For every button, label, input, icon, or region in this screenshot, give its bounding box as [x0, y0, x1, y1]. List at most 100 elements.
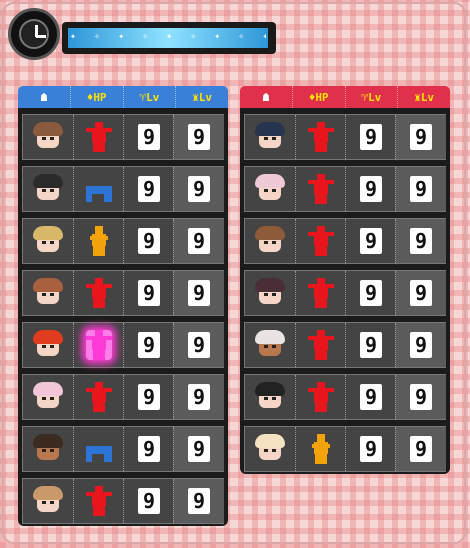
level-cell-a: 9 — [123, 115, 174, 159]
level-value-a: 9 — [360, 332, 382, 358]
portrait-cell — [245, 375, 295, 419]
level-value-a: 9 — [138, 228, 160, 254]
level-cell-b: 9 — [395, 323, 446, 367]
character-row[interactable]: 99 — [22, 478, 224, 524]
level-value-a: 9 — [360, 124, 382, 150]
hp-figure-icon — [86, 122, 112, 152]
level-value-a: 9 — [138, 280, 160, 306]
level-value-b: 9 — [188, 384, 210, 410]
character-portrait — [253, 380, 287, 414]
hp-figure-icon — [86, 434, 112, 464]
portrait-cell — [23, 427, 73, 471]
level-value-a: 9 — [360, 228, 382, 254]
portrait-cell — [23, 271, 73, 315]
level-value-a: 9 — [138, 124, 160, 150]
level-cell-a: 9 — [123, 167, 174, 211]
character-row[interactable]: 99 — [22, 426, 224, 472]
hp-cell — [295, 271, 346, 315]
portrait-cell — [23, 375, 73, 419]
character-row[interactable]: 99 — [244, 270, 446, 316]
character-row[interactable]: 99 — [244, 166, 446, 212]
character-portrait — [31, 328, 65, 362]
hp-cell — [73, 115, 124, 159]
level-value-b: 9 — [410, 280, 432, 306]
hp-figure-icon — [308, 434, 334, 464]
hp-figure-icon — [86, 226, 112, 256]
character-row[interactable]: 99 — [22, 322, 224, 368]
hp-figure-icon — [86, 330, 112, 360]
level-cell-a: 9 — [123, 323, 174, 367]
character-row[interactable]: 99 — [22, 166, 224, 212]
level-cell-b: 9 — [395, 271, 446, 315]
level-value-b: 9 — [188, 176, 210, 202]
left-team-panel: ☗ ♦ HP ♈ Lv ♜ Lv 9999999999999999 — [18, 86, 228, 526]
gauge-sparkles: ✦ ✧ ✦ ✧ ✦ ✧ ✦ ✧ ✦ ✧ ✦ — [70, 31, 266, 42]
level-cell-a: 9 — [345, 375, 396, 419]
character-row[interactable]: 99 — [244, 218, 446, 264]
character-row[interactable]: 99 — [22, 218, 224, 264]
level-cell-b: 9 — [395, 115, 446, 159]
level-value-b: 9 — [410, 124, 432, 150]
hp-figure-icon — [308, 174, 334, 204]
character-row[interactable]: 99 — [244, 426, 446, 472]
level-value-b: 9 — [410, 384, 432, 410]
character-portrait — [31, 432, 65, 466]
character-portrait — [31, 224, 65, 258]
clock-icon — [8, 8, 60, 60]
level-value-a: 9 — [360, 176, 382, 202]
hp-cell — [295, 323, 346, 367]
hp-cell — [73, 271, 124, 315]
hp-column-header: ♦ HP — [71, 86, 124, 108]
level-value-b: 9 — [410, 228, 432, 254]
hp-cell — [295, 219, 346, 263]
level-column-header-a: ♈ Lv — [124, 86, 177, 108]
portrait-cell — [23, 115, 73, 159]
level-cell-b: 9 — [173, 427, 224, 471]
character-portrait — [31, 276, 65, 310]
hp-cell — [73, 427, 124, 471]
character-row[interactable]: 99 — [244, 322, 446, 368]
hp-cell — [73, 375, 124, 419]
hp-column-header: ♦ HP — [293, 86, 346, 108]
portrait-cell — [23, 219, 73, 263]
portrait-cell — [23, 479, 73, 523]
hp-figure-icon — [308, 122, 334, 152]
character-portrait — [31, 484, 65, 518]
character-portrait — [253, 432, 287, 466]
character-portrait — [31, 120, 65, 154]
level-value-a: 9 — [360, 384, 382, 410]
character-portrait — [253, 276, 287, 310]
hp-cell — [295, 427, 346, 471]
character-row[interactable]: 99 — [22, 270, 224, 316]
level-cell-b: 9 — [395, 427, 446, 471]
hp-cell — [295, 167, 346, 211]
hp-cell — [295, 115, 346, 159]
level-cell-b: 9 — [395, 375, 446, 419]
status-header: ✦ ✧ ✦ ✧ ✦ ✧ ✦ ✧ ✦ ✧ ✦ — [8, 8, 280, 64]
level-value-a: 9 — [138, 384, 160, 410]
character-portrait — [253, 172, 287, 206]
level-value-a: 9 — [360, 280, 382, 306]
level-column-header-b: ♜ Lv — [192, 90, 213, 104]
level-value-a: 9 — [138, 332, 160, 358]
hp-figure-icon — [308, 330, 334, 360]
hp-cell — [73, 323, 124, 367]
character-row[interactable]: 99 — [22, 374, 224, 420]
level-cell-a: 9 — [345, 271, 396, 315]
level-cell-a: 9 — [345, 219, 396, 263]
level-cell-a: 9 — [345, 427, 396, 471]
hp-cell — [73, 167, 124, 211]
character-portrait — [253, 328, 287, 362]
character-row[interactable]: 99 — [244, 114, 446, 160]
character-row[interactable]: 99 — [244, 374, 446, 420]
level-cell-b: 9 — [173, 167, 224, 211]
level-cell-a: 9 — [345, 323, 396, 367]
level-column-header-a: ♈ Lv — [346, 86, 399, 108]
level-cell-a: 9 — [123, 427, 174, 471]
level-cell-b: 9 — [395, 167, 446, 211]
character-row[interactable]: 99 — [22, 114, 224, 160]
hp-cell — [73, 479, 124, 523]
level-value-a: 9 — [138, 436, 160, 462]
level-cell-b: 9 — [173, 271, 224, 315]
level-value-a: 9 — [360, 436, 382, 462]
